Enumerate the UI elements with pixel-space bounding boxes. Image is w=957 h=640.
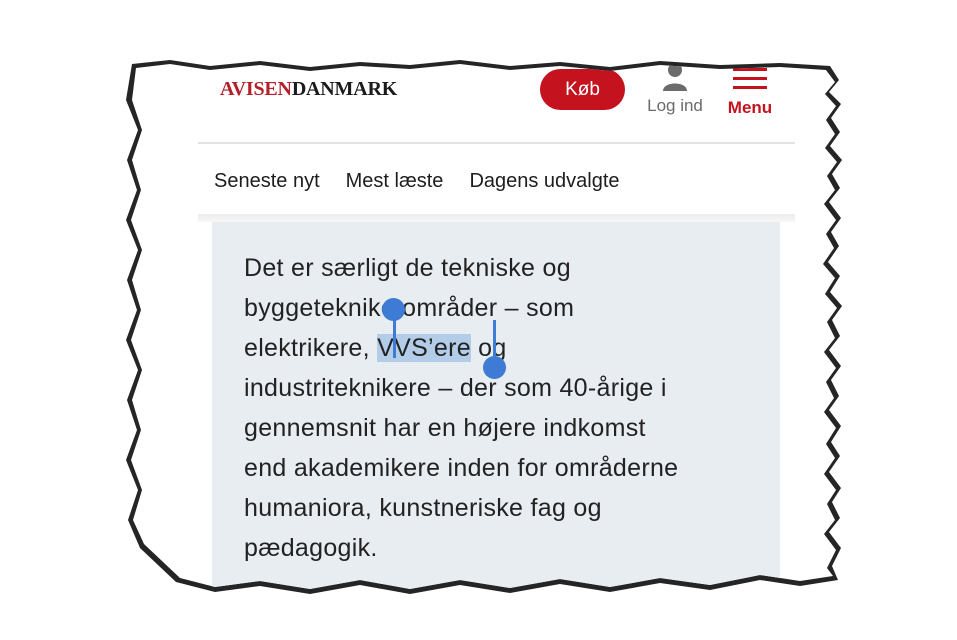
article-line: end akademikere inden for områderne bbox=[244, 454, 679, 482]
article-line: byggeteknike områder – som bbox=[244, 288, 764, 328]
article-line: industriteknikere – der som 40-årige i bbox=[244, 368, 764, 408]
article-line: gennemsnit har en højere indkomst bbox=[244, 414, 646, 442]
login-button[interactable]: Log ind bbox=[640, 64, 710, 116]
text-fragment: industriteknikere – bbox=[244, 374, 460, 402]
text-fragment: byggetekni bbox=[244, 294, 368, 322]
selection-end-caret bbox=[493, 320, 496, 360]
selection-start-handle[interactable] bbox=[382, 298, 405, 321]
logo-part-avisen: AVISEN bbox=[220, 78, 292, 100]
selection-start-caret bbox=[393, 318, 396, 358]
header-divider bbox=[198, 142, 795, 144]
article-line: humaniora, kunstneriske fag og bbox=[244, 494, 602, 522]
nav-shadow bbox=[198, 214, 795, 222]
logo-part-danmark: DANMARK bbox=[291, 78, 398, 100]
buy-button[interactable]: Køb bbox=[540, 69, 625, 110]
menu-button[interactable]: Menu bbox=[722, 66, 778, 118]
text-fragment: elektrikere, bbox=[244, 334, 378, 362]
section-nav: Seneste nyt Mest læste Dagens udvalgte bbox=[214, 170, 620, 193]
nav-item-latest[interactable]: Seneste nyt bbox=[214, 170, 320, 193]
selection-end-handle[interactable] bbox=[483, 356, 506, 379]
article-text[interactable]: Det er særligt de tekniske og byggetekni… bbox=[244, 248, 764, 568]
nav-item-daily-picks[interactable]: Dagens udvalgte bbox=[469, 170, 619, 193]
article-body: Det er særligt de tekniske og byggetekni… bbox=[212, 222, 780, 589]
login-label: Log ind bbox=[647, 96, 703, 115]
hamburger-icon bbox=[733, 68, 767, 89]
nav-item-most-read[interactable]: Mest læste bbox=[346, 170, 444, 193]
article-line: Det er særligt de tekniske og bbox=[244, 254, 571, 282]
site-logo[interactable]: AVISENDANMARK bbox=[220, 78, 397, 101]
article-line: pædagogik. bbox=[244, 534, 378, 562]
menu-label: Menu bbox=[727, 98, 773, 117]
selected-text[interactable]: VVS’ere bbox=[377, 334, 471, 362]
